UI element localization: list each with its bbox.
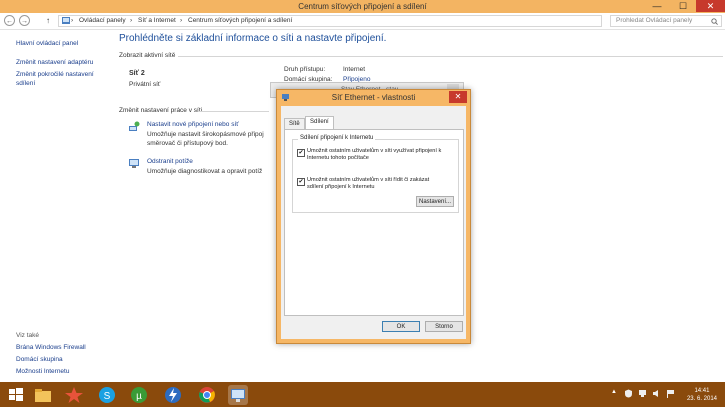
navigation-bar: ← → ↑ › Ovládací panely › Síť a Internet… xyxy=(0,13,725,30)
up-button[interactable]: ↑ xyxy=(46,16,50,25)
new-connection-link[interactable]: Nastavit nové připojení nebo síť xyxy=(147,121,239,128)
search-input[interactable]: Prohledat Ovládací panely xyxy=(610,15,722,27)
breadcrumb-network-internet[interactable]: Síť a Internet xyxy=(138,17,176,24)
sidebar-link-firewall[interactable]: Brána Windows Firewall xyxy=(16,344,86,351)
tray-shield-icon[interactable] xyxy=(624,389,633,398)
network-name: Síť 2 xyxy=(129,70,145,77)
taskbar-skype[interactable]: S xyxy=(97,385,117,405)
lightning-icon xyxy=(165,387,181,403)
svg-text:S: S xyxy=(104,391,111,402)
page-heading: Prohlédněte si základní informace o síti… xyxy=(119,33,387,44)
ics-group-title: Sdílení připojení k Internetu xyxy=(298,135,376,141)
troubleshoot-desc: Umožňuje diagnostikovat a opravit potíž xyxy=(147,168,263,175)
control-panel-icon xyxy=(61,16,71,26)
taskbar-speed-app[interactable] xyxy=(163,385,183,405)
allow-ics-label-line1: Umožnit ostatním uživatelům v síti využí… xyxy=(307,148,442,154)
tray-network-icon[interactable] xyxy=(638,389,647,398)
ok-button[interactable]: OK xyxy=(382,321,420,332)
tray-volume-icon[interactable] xyxy=(652,389,661,398)
forward-button[interactable]: → xyxy=(19,15,30,26)
breadcrumb-separator: › xyxy=(71,17,74,24)
new-connection-desc: Umožňuje nastavit širokopásmové připoj xyxy=(147,131,264,138)
sidebar-item-adapter-settings[interactable]: Změnit nastavení adaptéru xyxy=(16,59,93,66)
svg-text:µ: µ xyxy=(136,391,142,402)
clock-time: 14:41 xyxy=(694,388,710,394)
folder-icon xyxy=(35,389,51,402)
dialog-close-button[interactable]: ✕ xyxy=(449,91,467,103)
allow-control-label: Umožnit ostatním uživatelům v síti řídit… xyxy=(307,177,457,191)
tab-sharing[interactable]: Sdílení xyxy=(305,116,334,130)
taskbar-explorer[interactable] xyxy=(33,385,53,405)
breadcrumb-control-panel[interactable]: Ovládací panely xyxy=(79,17,126,24)
clock-date: 23. 6. 2014 xyxy=(686,396,717,402)
ethernet-properties-dialog: Síť Ethernet - vlastnosti ✕ Sítě Sdílení… xyxy=(276,89,471,344)
star-app-icon xyxy=(65,387,83,403)
tray-flag-icon[interactable] xyxy=(666,389,675,398)
new-connection-desc-cont: směrovač či přístupový bod. xyxy=(147,140,228,147)
dialog-body: Sítě Sdílení Sdílení připojení k Interne… xyxy=(281,106,466,339)
sidebar-item-advanced-sharing-cont[interactable]: sdílení xyxy=(16,80,35,87)
minimize-button[interactable]: — xyxy=(644,0,670,12)
change-settings-label: Změnit nastavení práce v síti xyxy=(119,107,203,114)
search-placeholder: Prohledat Ovládací panely xyxy=(616,17,693,24)
skype-icon: S xyxy=(99,387,115,403)
address-bar[interactable]: › Ovládací panely › Síť a Internet › Cen… xyxy=(58,15,602,27)
section-divider xyxy=(199,111,269,112)
troubleshoot-link[interactable]: Odstranit potíže xyxy=(147,158,193,165)
taskbar: S µ ▲ 14:41 23. 6. 2014 xyxy=(0,382,725,407)
search-icon xyxy=(711,18,718,25)
close-button[interactable]: ✕ xyxy=(696,0,725,12)
tray-expand-icon[interactable]: ▲ xyxy=(611,389,617,395)
section-divider xyxy=(178,56,723,57)
taskbar-network-center[interactable] xyxy=(228,385,248,405)
windows-logo-icon xyxy=(9,388,23,401)
dialog-title: Síť Ethernet - vlastnosti xyxy=(331,93,416,102)
settings-button[interactable]: Nastavení... xyxy=(416,196,454,207)
taskbar-clock[interactable]: 14:41 23. 6. 2014 xyxy=(687,387,717,403)
back-button[interactable]: ← xyxy=(4,15,15,26)
network-center-icon xyxy=(231,389,245,402)
troubleshoot-icon xyxy=(128,157,140,169)
window-title: Centrum síťových připojení a sdílení xyxy=(298,2,427,11)
allow-control-label-line2: sdílení připojení k Internetu xyxy=(307,184,375,190)
taskbar-utorrent[interactable]: µ xyxy=(129,385,149,405)
allow-control-checkbox[interactable]: ✔ xyxy=(297,178,305,186)
sharing-panel: Sdílení připojení k Internetu ✔ Umožnit … xyxy=(284,129,464,316)
window-titlebar: Centrum síťových připojení a sdílení — ☐… xyxy=(0,0,725,14)
allow-control-label-line1: Umožnit ostatním uživatelům v síti řídit… xyxy=(307,177,430,183)
breadcrumb-separator: › xyxy=(130,17,133,24)
start-button[interactable] xyxy=(6,385,26,405)
breadcrumb-separator: › xyxy=(180,17,183,24)
cancel-button[interactable]: Storno xyxy=(425,321,463,332)
taskbar-paint[interactable] xyxy=(64,385,84,405)
sidebar-link-internet-options[interactable]: Možnosti Internetu xyxy=(16,368,69,375)
sidebar-link-homegroup[interactable]: Domácí skupina xyxy=(16,356,63,363)
breadcrumb-network-center[interactable]: Centrum síťových připojení a sdílení xyxy=(188,17,292,24)
allow-ics-label: Umožnit ostatním uživatelům v síti využí… xyxy=(307,148,457,162)
allow-ics-label-line2: Internetu tohoto počítače xyxy=(307,155,369,161)
chrome-icon xyxy=(199,387,215,403)
network-type: Privátní síť xyxy=(129,81,161,88)
sidebar-item-advanced-sharing[interactable]: Změnit pokročilé nastavení xyxy=(16,71,94,78)
see-also-label: Viz také xyxy=(16,332,40,339)
taskbar-chrome[interactable] xyxy=(197,385,217,405)
active-networks-label: Zobrazit aktivní sítě xyxy=(119,52,176,59)
allow-ics-checkbox[interactable]: ✔ xyxy=(297,149,305,157)
ics-group: Sdílení připojení k Internetu ✔ Umožnit … xyxy=(292,135,459,213)
sidebar-item-home[interactable]: Hlavní ovládací panel xyxy=(16,40,78,47)
maximize-button[interactable]: ☐ xyxy=(670,0,696,12)
access-type-label: Druh přístupu: xyxy=(284,66,326,73)
utorrent-icon: µ xyxy=(131,387,147,403)
new-connection-icon xyxy=(128,121,140,133)
control-panel-window: Centrum síťových připojení a sdílení — ☐… xyxy=(0,0,725,382)
access-type-value: Internet xyxy=(343,66,366,73)
